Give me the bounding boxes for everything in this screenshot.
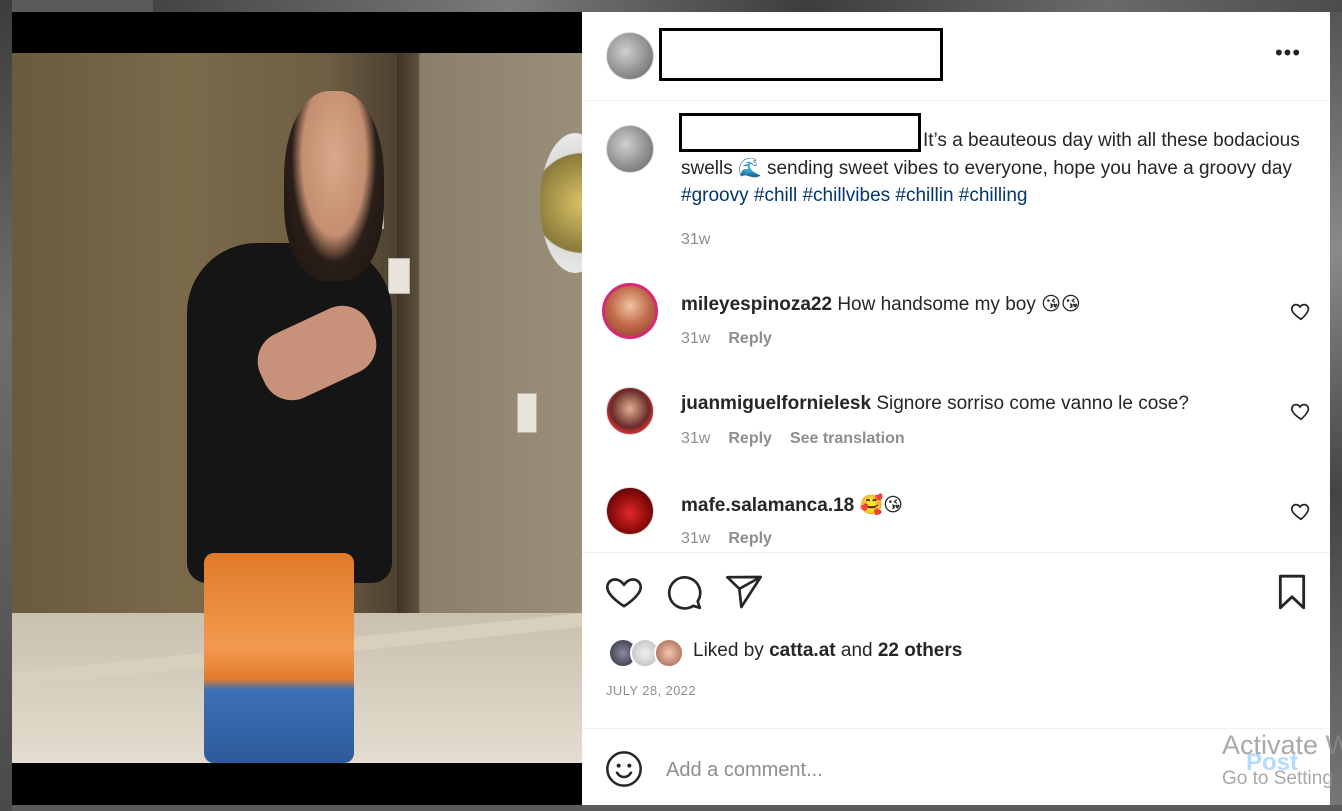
background-tile [0, 0, 12, 811]
post-photo [12, 53, 582, 763]
post-header: ••• [582, 12, 1330, 101]
like-heart-icon[interactable] [604, 572, 644, 612]
likes-and: and [840, 640, 873, 661]
photo-person-head [284, 91, 384, 281]
hashtag-link[interactable]: #chillvibes [802, 185, 890, 206]
comment-username[interactable]: mafe.salamanca.18 [681, 495, 854, 516]
reply-button[interactable]: Reply [728, 430, 772, 447]
caption-continuation: sending sweet vibes to everyone, hope yo… [766, 157, 1292, 179]
liker-avatar[interactable] [654, 638, 684, 668]
redacted-username [659, 28, 943, 81]
likes-prefix: Liked by [693, 640, 764, 661]
share-icon[interactable] [724, 572, 764, 612]
photo-person-shorts [204, 553, 354, 763]
comment-like-heart-icon[interactable] [1290, 300, 1312, 322]
smiley-icon[interactable] [604, 749, 644, 789]
more-options-icon[interactable]: ••• [1266, 42, 1310, 68]
add-comment-row: Post [582, 728, 1330, 806]
likes-summary: Liked by catta.at and 22 others [693, 640, 962, 662]
comment-meta: 31w Reply See translation [681, 430, 923, 448]
comment-like-heart-icon[interactable] [1290, 400, 1312, 422]
comment-username[interactable]: mileyespinoza22 [681, 294, 832, 315]
comment-text-line: mileyespinoza22 How handsome my boy 😘😘 [681, 293, 1081, 316]
photo-person-torso [187, 243, 392, 583]
photo-wall-plate [540, 133, 582, 273]
photo-light-switch [517, 393, 537, 433]
author-avatar[interactable] [606, 32, 654, 80]
caption-meta: 31w [681, 231, 728, 249]
comment-username[interactable]: juanmiguelfornielesk [681, 393, 871, 414]
post-actions-section: Liked by catta.at and 22 others JULY 28,… [582, 552, 1330, 805]
hashtag-link[interactable]: #groovy [681, 185, 749, 206]
comment-timestamp[interactable]: 31w [681, 330, 710, 347]
comments-section: It’s a beauteous day with all these boda… [582, 101, 1330, 552]
add-comment-input[interactable] [666, 755, 1186, 785]
comment-text-line: mafe.salamanca.18 🥰😘 [681, 493, 903, 517]
windows-activation-watermark: Activate W Go to Setting [1222, 728, 1342, 796]
hashtag-link[interactable]: #chill [754, 185, 797, 206]
comment-meta: 31w Reply [681, 330, 790, 348]
comment-like-heart-icon[interactable] [1290, 500, 1312, 522]
comment-body: Signore sorriso come vanno le cose? [876, 393, 1189, 414]
background-tile [153, 0, 1342, 12]
comment-body: How handsome my boy 😘😘 [837, 294, 1081, 315]
post-media [12, 12, 582, 805]
comment-timestamp[interactable]: 31w [681, 530, 710, 547]
comment-body: 🥰😘 [859, 495, 903, 516]
reply-button[interactable]: Reply [728, 530, 772, 547]
caption-timestamp[interactable]: 31w [681, 231, 710, 248]
watermark-title: Activate W [1222, 730, 1342, 760]
post-date[interactable]: JULY 28, 2022 [606, 683, 696, 698]
bookmark-icon[interactable] [1272, 572, 1312, 612]
commenter-avatar[interactable] [606, 487, 654, 535]
commenter-avatar[interactable] [606, 387, 654, 435]
hashtag-link[interactable]: #chillin [895, 185, 953, 206]
likes-others-link[interactable]: 22 others [878, 640, 962, 661]
see-translation-button[interactable]: See translation [790, 430, 905, 447]
reply-button[interactable]: Reply [728, 330, 772, 347]
caption-author-avatar[interactable] [606, 125, 654, 173]
post-detail-panel: ••• It’s a beauteous day with all these … [582, 12, 1330, 805]
comment-icon[interactable] [664, 572, 704, 612]
watermark-subtitle: Go to Setting [1222, 768, 1333, 789]
photo-light-switch [388, 258, 410, 294]
comment-text-line: juanmiguelfornielesk Signore sorriso com… [681, 393, 1189, 415]
comment-timestamp[interactable]: 31w [681, 430, 710, 447]
background-tile [1330, 12, 1342, 811]
commenter-avatar-story-ring[interactable] [602, 283, 658, 339]
comment-meta: 31w Reply [681, 530, 790, 548]
liker-username[interactable]: catta.at [769, 640, 836, 661]
wave-emoji: 🌊 [738, 157, 762, 179]
hashtag-link[interactable]: #chilling [959, 185, 1028, 206]
caption-text: It’s a beauteous day with all these boda… [681, 127, 1301, 210]
